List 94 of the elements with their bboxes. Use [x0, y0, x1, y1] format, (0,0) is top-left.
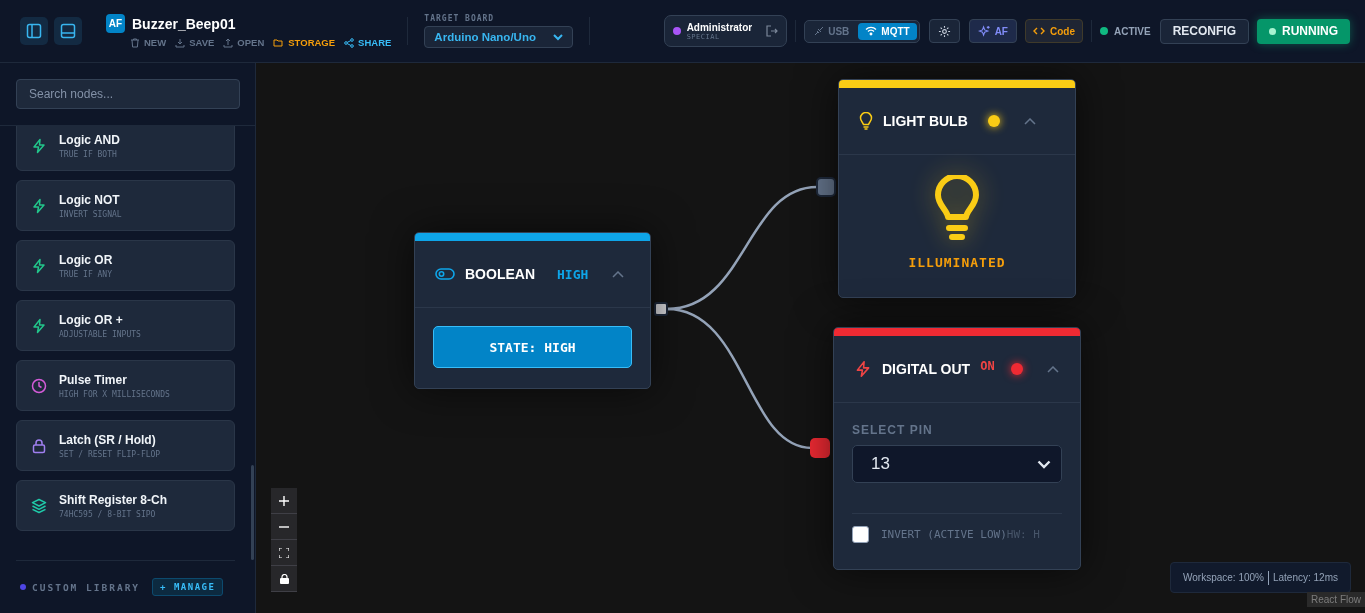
reconfig-button[interactable]: RECONFIG [1159, 18, 1249, 44]
wifi-icon [865, 26, 878, 36]
ai-button[interactable]: AF [968, 19, 1017, 43]
lightning-icon [31, 197, 47, 214]
node-header-title: BOOLEAN [465, 266, 535, 282]
logout-icon[interactable] [766, 25, 779, 37]
input-handle[interactable] [816, 177, 836, 197]
node-description: ADJUSTABLE INPUTS [59, 329, 141, 339]
node-description: INVERT SIGNAL [59, 209, 122, 219]
latency-reading: Latency: 12ms [1272, 572, 1338, 583]
node-description: TRUE IF ANY [59, 269, 113, 279]
lightning-icon [854, 360, 872, 378]
sparkle-icon [977, 24, 991, 38]
node-description: SET / RESET FLIP-FLOP [59, 449, 161, 459]
share-icon [344, 37, 355, 48]
download-icon [175, 37, 186, 48]
bulb-status: ILLUMINATED [908, 255, 1006, 270]
status-label: ACTIVE [1114, 25, 1151, 37]
node-title: Logic OR + [59, 312, 124, 327]
node-title: Pulse Timer [59, 372, 128, 387]
collapse-icon[interactable] [1046, 365, 1059, 373]
boolean-node[interactable]: BOOLEAN HIGH STATE: HIGH [414, 232, 651, 389]
user-status-dot [672, 27, 681, 35]
workspace-zoom: Workspace: 100% [1183, 572, 1264, 583]
lightning-icon [31, 317, 47, 334]
target-board-label: TARGET BOARD [424, 14, 496, 23]
upload-icon [223, 37, 234, 48]
node-description: HIGH FOR X MILLISECONDS [59, 389, 170, 399]
settings-icon [937, 24, 951, 38]
node-title: Logic AND [59, 132, 120, 147]
attribution-link[interactable]: React Flow [1307, 592, 1365, 607]
mqtt-tab[interactable]: MQTT [858, 22, 917, 40]
collapse-icon[interactable] [1023, 117, 1036, 125]
invert-label: INVERT (ACTIVE LOW) [881, 528, 1007, 541]
node-description: TRUE IF BOTH [59, 149, 118, 159]
share-button[interactable]: SHARE [344, 37, 392, 48]
chevron-down-icon [553, 33, 564, 41]
clock-icon [31, 377, 47, 394]
node-title: Logic OR [59, 252, 113, 267]
search-field[interactable]: Search nodes... [16, 79, 240, 109]
node-palette-item[interactable]: Logic NOT INVERT SIGNAL [16, 180, 235, 231]
select-pin-label: SELECT PIN [852, 423, 934, 437]
node-palette-item[interactable]: Logic OR TRUE IF ANY [16, 240, 235, 291]
bottom-panel-toggle-icon[interactable] [54, 17, 82, 45]
plus-icon [279, 495, 289, 506]
output-handle[interactable] [654, 302, 668, 316]
code-icon [1033, 26, 1045, 36]
node-title: Shift Register 8-Ch [59, 492, 167, 507]
padlock-icon [31, 437, 47, 454]
node-palette-item[interactable]: Logic AND TRUE IF BOTH [16, 126, 235, 171]
pin-select[interactable]: 13 [852, 445, 1062, 483]
node-palette-item[interactable]: Logic OR + ADJUSTABLE INPUTS [16, 300, 235, 351]
project-name: Buzzer_Beep01 [132, 15, 236, 32]
input-handle[interactable] [810, 438, 830, 458]
storage-button[interactable]: STORAGE [273, 37, 336, 48]
minus-icon [279, 525, 289, 528]
node-palette-item[interactable]: Shift Register 8-Ch 74HC595 / 8-BIT SIPO [16, 480, 235, 531]
manage-button[interactable]: + MANAGE [152, 578, 224, 596]
code-button[interactable]: Code [1025, 19, 1083, 43]
lightning-icon [31, 257, 47, 274]
sidebar-toggle-icon[interactable] [20, 17, 48, 45]
target-board-select[interactable]: Arduino Nano/Uno [424, 26, 574, 48]
node-title: Latch (SR / Hold) [59, 432, 157, 447]
lightbulb-icon [859, 112, 873, 130]
node-palette-item[interactable]: Pulse Timer HIGH FOR X MILLISECONDS [16, 360, 235, 411]
new-button[interactable]: NEW [130, 37, 167, 48]
invert-checkbox[interactable] [852, 526, 869, 543]
lightning-icon [31, 137, 47, 154]
open-button[interactable]: OPEN [223, 37, 265, 48]
trash-icon [130, 37, 140, 48]
user-name: Administrator [686, 21, 753, 33]
library-dot [20, 584, 26, 590]
node-description: 74HC595 / 8-BIT SIPO [59, 509, 157, 519]
fullscreen-icon [279, 547, 289, 558]
output-state: ON [980, 359, 995, 373]
node-palette-item[interactable]: Latch (SR / Hold) SET / RESET FLIP-FLOP [16, 420, 235, 471]
boolean-value: HIGH [557, 266, 589, 282]
node-title: Logic NOT [59, 192, 121, 207]
project-badge: AF [106, 14, 125, 33]
layers-icon [31, 497, 47, 514]
state-toggle-button[interactable]: STATE: HIGH [433, 326, 632, 368]
toggle-icon [435, 268, 455, 280]
settings-button[interactable] [928, 19, 960, 43]
plug-icon [814, 26, 825, 36]
folder-icon [273, 37, 285, 48]
light-bulb-node[interactable]: LIGHT BULB ILLUMINATED [838, 79, 1076, 298]
run-button[interactable]: RUNNING [1257, 18, 1350, 44]
lock-icon [279, 573, 289, 584]
node-header-title: DIGITAL OUT [882, 361, 971, 377]
chevron-down-icon [1037, 459, 1051, 469]
node-header-title: LIGHT BULB [883, 113, 968, 129]
save-button[interactable]: SAVE [175, 37, 215, 48]
custom-library-label: CUSTOM LIBRARY [32, 581, 141, 593]
collapse-icon[interactable] [612, 270, 625, 278]
